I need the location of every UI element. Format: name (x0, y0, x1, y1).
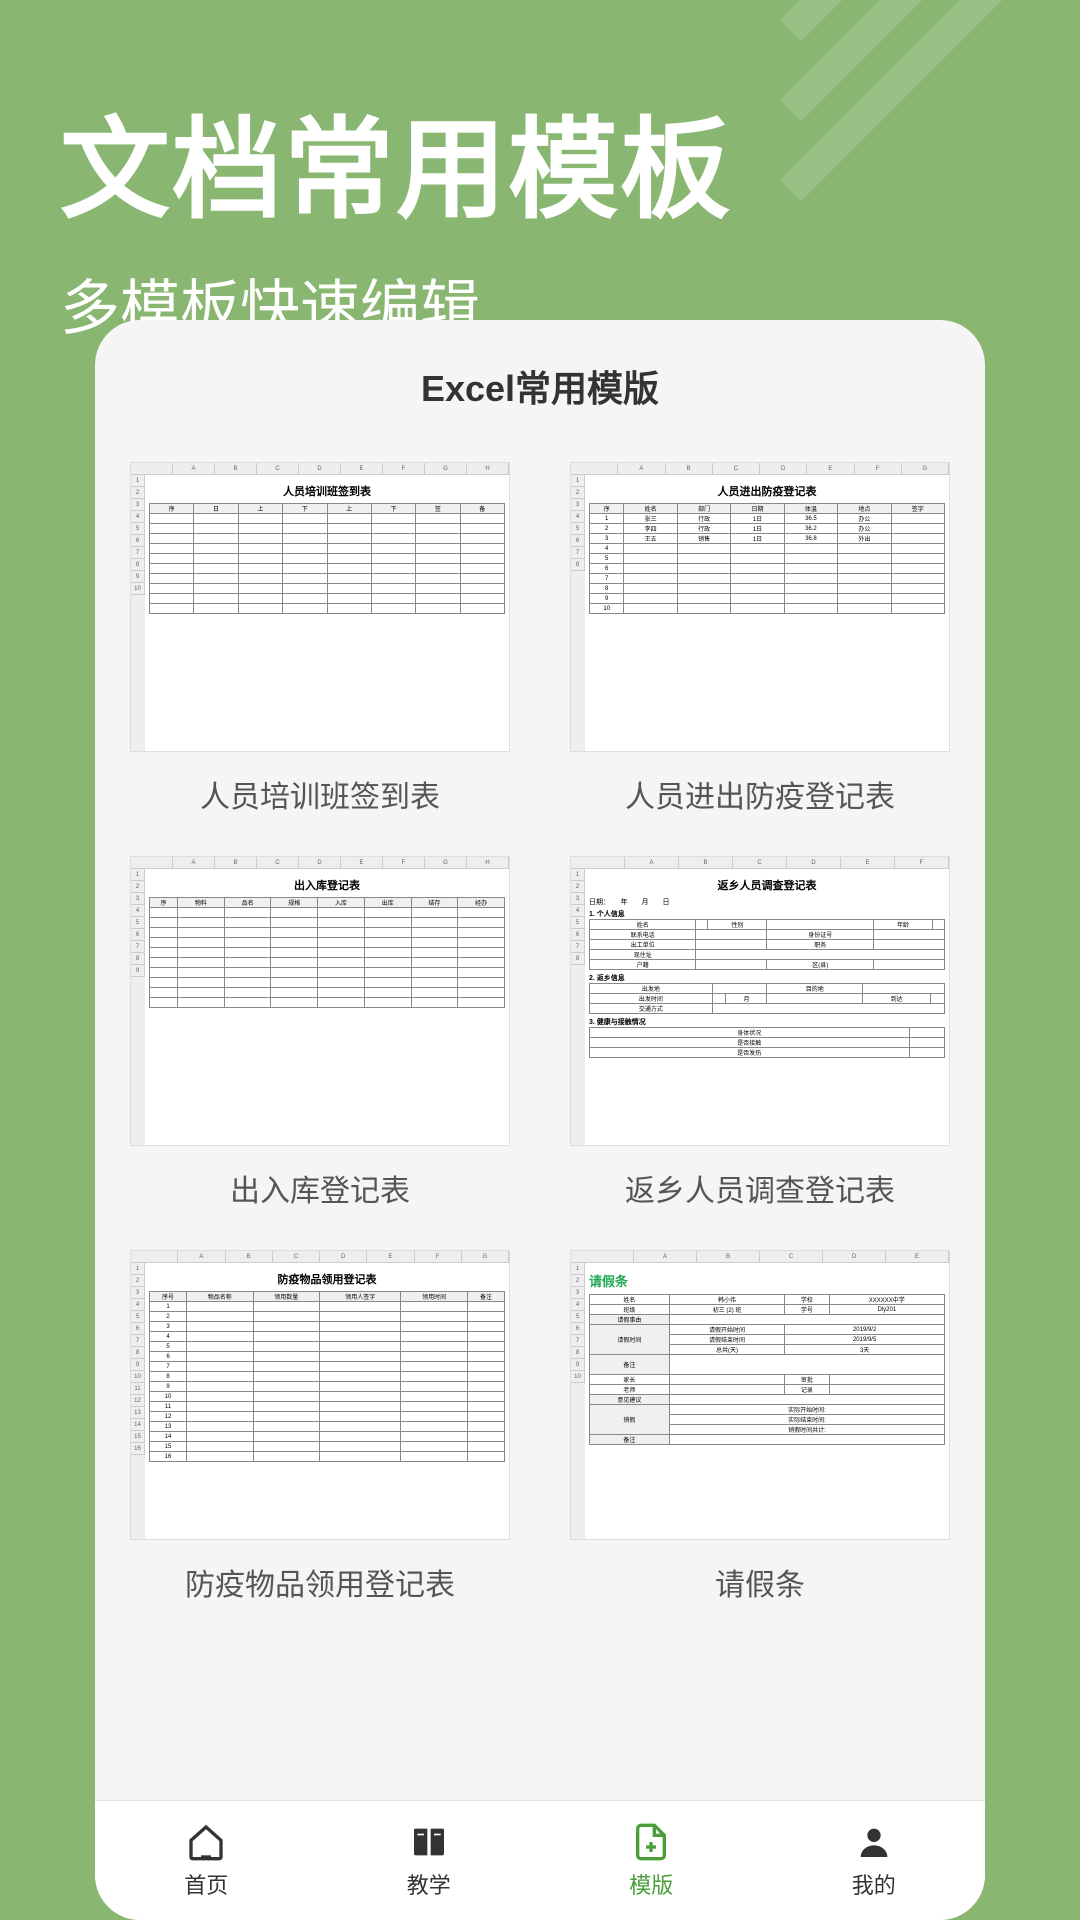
user-icon (854, 1822, 894, 1862)
section-title: Excel常用模版 (125, 360, 955, 412)
template-card[interactable]: ABCDEFG 12345678 人员进出防疫登记表 序姓名部门日期体温地点签字… (565, 462, 955, 816)
template-grid: ABCDEFGH 12345678910 人员培训班签到表 序日上下上下签备 人… (125, 462, 955, 1604)
template-label: 请假条 (715, 1560, 805, 1604)
template-thumbnail: ABCDE 12345678910 请假条 姓名韩小伟学校XXXXXX中学班级初… (570, 1250, 950, 1540)
nav-templates[interactable]: 模版 (629, 1822, 673, 1900)
template-thumbnail: ABCDEFGH 12345678910 人员培训班签到表 序日上下上下签备 (130, 462, 510, 752)
template-card[interactable]: ABCDEFGH 12345678910 人员培训班签到表 序日上下上下签备 人… (125, 462, 515, 816)
template-label: 防疫物品领用登记表 (185, 1560, 455, 1604)
template-label: 出入库登记表 (230, 1166, 410, 1210)
template-label: 返乡人员调查登记表 (625, 1166, 895, 1210)
nav-profile[interactable]: 我的 (852, 1822, 896, 1900)
template-card[interactable]: ABCDEFGH 123456789 出入库登记表 序物料品名规格入库出库结存经… (125, 856, 515, 1210)
template-thumbnail: ABCDEFG 12345678910111213141516 防疫物品领用登记… (130, 1250, 510, 1540)
nav-tutorial[interactable]: 教学 (407, 1822, 451, 1900)
template-icon (631, 1822, 671, 1862)
template-card[interactable]: ABCDEFG 12345678910111213141516 防疫物品领用登记… (125, 1250, 515, 1604)
phone-preview: Excel常用模版 ABCDEFGH 12345678910 人员培训班签到表 … (95, 320, 985, 1920)
nav-label: 我的 (852, 1868, 896, 1900)
nav-label: 首页 (184, 1868, 228, 1900)
bottom-nav: 首页 教学 模版 我的 (95, 1800, 985, 1920)
home-icon (186, 1822, 226, 1862)
nav-label: 教学 (407, 1868, 451, 1900)
nav-label: 模版 (629, 1868, 673, 1900)
template-card[interactable]: ABCDEF 12345678 返乡人员调查登记表 日期： 年 月 日 1. 个… (565, 856, 955, 1210)
template-label: 人员培训班签到表 (200, 772, 440, 816)
template-thumbnail: ABCDEFGH 123456789 出入库登记表 序物料品名规格入库出库结存经… (130, 856, 510, 1146)
template-thumbnail: ABCDEF 12345678 返乡人员调查登记表 日期： 年 月 日 1. 个… (570, 856, 950, 1146)
book-icon (409, 1822, 449, 1862)
template-label: 人员进出防疫登记表 (625, 772, 895, 816)
template-card[interactable]: ABCDE 12345678910 请假条 姓名韩小伟学校XXXXXX中学班级初… (565, 1250, 955, 1604)
nav-home[interactable]: 首页 (184, 1822, 228, 1900)
template-thumbnail: ABCDEFG 12345678 人员进出防疫登记表 序姓名部门日期体温地点签字… (570, 462, 950, 752)
